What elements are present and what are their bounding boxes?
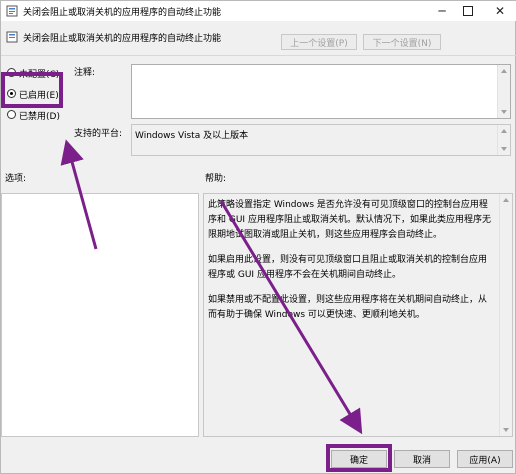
arrow-to-enabled	[60, 139, 98, 250]
annotation-arrows	[60, 139, 363, 435]
arrow-to-ok	[219, 200, 363, 435]
policy-dialog: 关闭会阻止或取消关机的应用程序的自动终止功能 ─ ✕ 关闭会阻止或取消关机的应用…	[0, 0, 516, 474]
